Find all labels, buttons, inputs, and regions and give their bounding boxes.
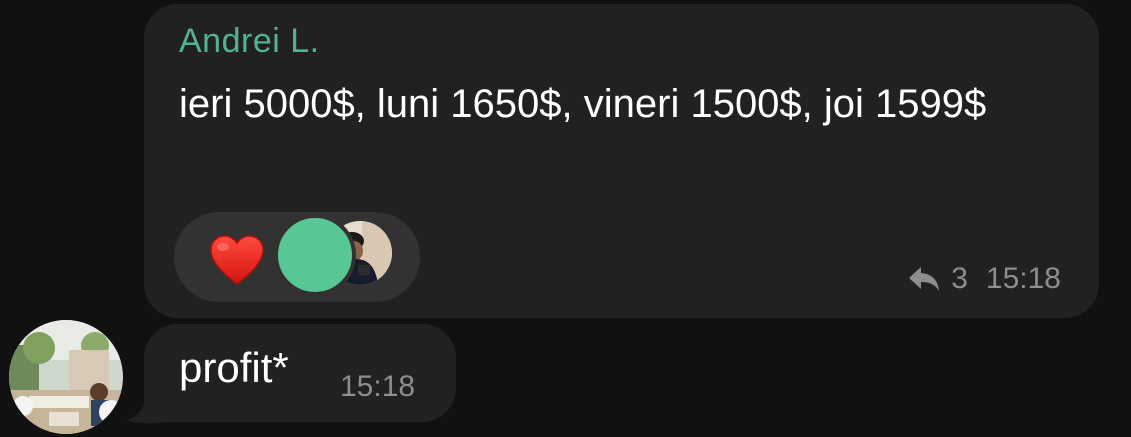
reply-count[interactable]: 3 [951, 262, 968, 296]
message-time-2: 15:18 [340, 370, 416, 403]
message-bubble[interactable]: Andrei L. ieri 5000$, luni 1650$, vineri… [144, 4, 1099, 318]
message-time: 15:18 [985, 262, 1061, 295]
reactions-bar[interactable] [174, 212, 420, 302]
message-bubble-2[interactable]: profit* 15:18 [144, 324, 456, 422]
sender-avatar[interactable] [9, 320, 123, 434]
chat-view: Andrei L. ieri 5000$, luni 1650$, vineri… [0, 0, 1131, 437]
message-meta: 3 15:18 [907, 262, 1061, 296]
message-text-2: profit* [179, 344, 289, 391]
message-text: ieri 5000$, luni 1650$, vineri 1500$, jo… [179, 82, 987, 126]
reactor-avatar-green[interactable] [274, 214, 356, 296]
heart-icon[interactable] [208, 234, 266, 286]
reply-arrow-icon[interactable] [907, 265, 941, 293]
sender-name[interactable]: Andrei L. [179, 22, 320, 61]
